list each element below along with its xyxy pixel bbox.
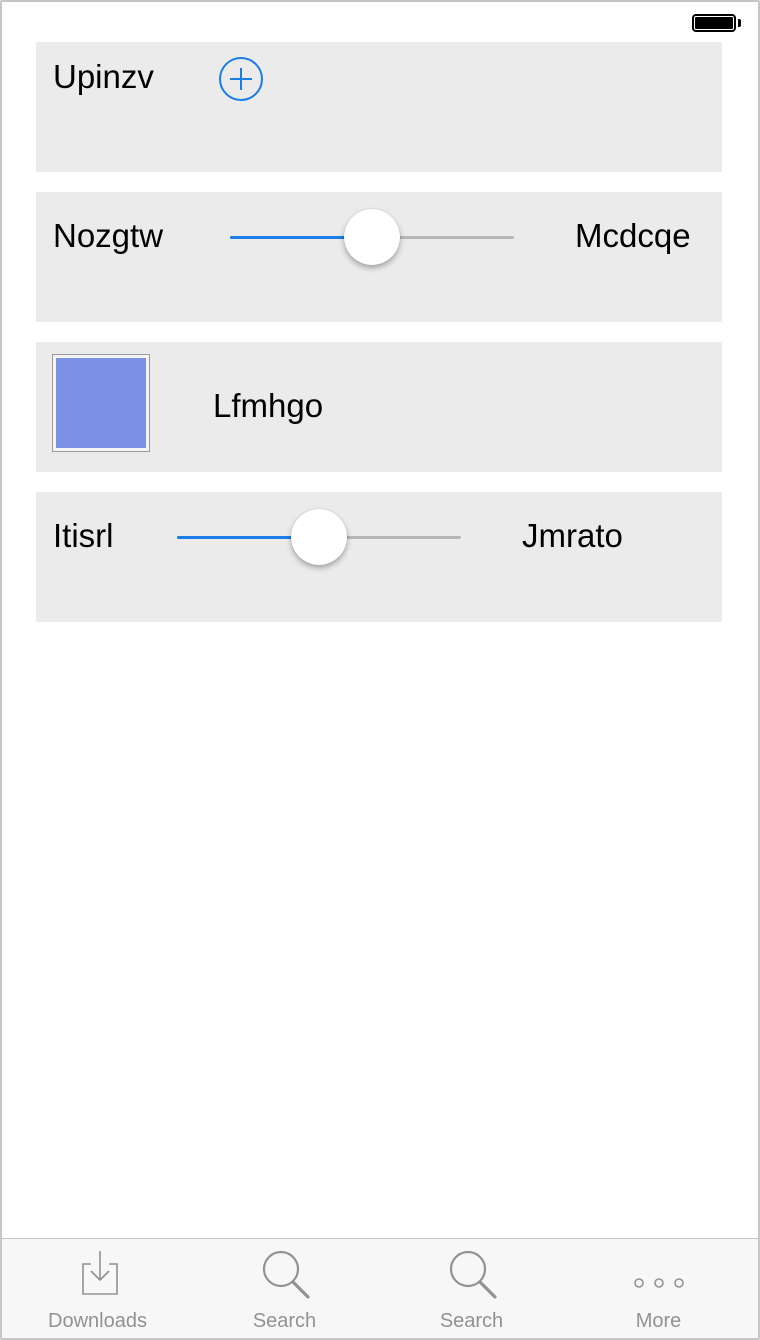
- tab-label: Search: [252, 1310, 317, 1332]
- row-itisrl: Itisrl Jmrato: [36, 492, 722, 622]
- row-label: Itisrl: [53, 517, 114, 554]
- tab-search[interactable]: Search: [191, 1239, 378, 1338]
- row-label: Nozgtw: [53, 217, 164, 254]
- more-icon: [633, 1278, 684, 1288]
- swatch-color: [56, 358, 146, 448]
- row-label: Lfmhgo: [213, 387, 324, 424]
- add-button[interactable]: [219, 57, 263, 101]
- row-nozgtw: Nozgtw Mcdcqe: [36, 192, 722, 322]
- slider-thumb[interactable]: [291, 509, 347, 565]
- slider-thumb[interactable]: [344, 209, 400, 265]
- tab-more[interactable]: More: [565, 1239, 752, 1338]
- search-icon: [262, 1250, 310, 1299]
- download-icon: [81, 1251, 118, 1295]
- color-swatch[interactable]: [52, 354, 150, 452]
- tab-label: Downloads: [48, 1310, 147, 1332]
- tab-search-2[interactable]: Search: [378, 1239, 565, 1338]
- tab-downloads[interactable]: Downloads: [4, 1239, 191, 1338]
- row-right-label: Jmrato: [522, 517, 623, 554]
- row-label: Upinzv: [53, 58, 154, 95]
- app-screen: Upinzv Nozgtw Mcdcqe Lfmhgo Itisrl Jmrat…: [0, 0, 760, 1340]
- tab-bar: Downloads Search Search More: [2, 1238, 758, 1338]
- battery-icon: [692, 14, 736, 32]
- battery-cap: [738, 19, 741, 27]
- search-icon: [449, 1250, 497, 1299]
- slider[interactable]: [230, 209, 514, 265]
- slider[interactable]: [177, 509, 461, 565]
- row-right-label: Mcdcqe: [575, 217, 691, 254]
- row-upinzv: Upinzv: [36, 42, 722, 172]
- tab-label: Search: [439, 1310, 504, 1332]
- row-lfmhgo: Lfmhgo: [36, 342, 722, 472]
- tab-label: More: [635, 1310, 682, 1332]
